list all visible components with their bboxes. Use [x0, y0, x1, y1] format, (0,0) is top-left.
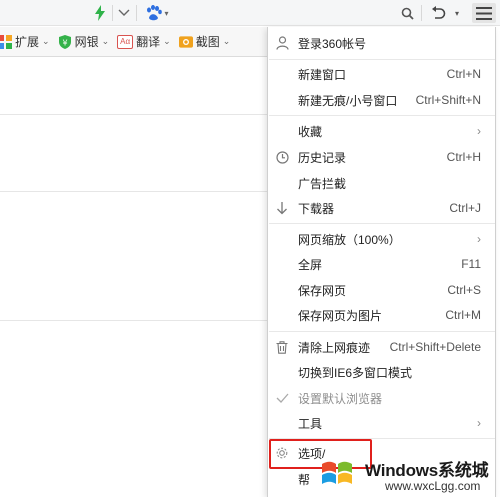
chevron-down-icon: ⌄	[163, 36, 171, 46]
toolbar-bank[interactable]: ¥ 网银 ⌄	[58, 27, 110, 56]
menu-save-page[interactable]: 保存网页 Ctrl+S	[268, 277, 495, 303]
menu-label: 保存网页	[298, 283, 347, 298]
clock-icon	[275, 150, 289, 164]
menu-label: 广告拦截	[298, 176, 347, 191]
menu-divider	[269, 59, 495, 60]
chevron-right-icon: ›	[477, 124, 481, 138]
menu-shortcut: Ctrl+H	[446, 150, 481, 164]
menu-shortcut: Ctrl+S	[447, 283, 481, 297]
menu-label: 收藏	[298, 124, 323, 139]
menu-switch-ie6-mode[interactable]: 切换到IE6多窗口模式	[268, 359, 495, 385]
translate-icon: Aα	[117, 34, 134, 49]
toolbar-label: 翻译	[136, 35, 161, 49]
undo-icon[interactable]	[428, 3, 448, 23]
menu-downloader[interactable]: 下载器 Ctrl+J	[268, 195, 495, 221]
trash-icon	[275, 340, 289, 354]
search-icon[interactable]	[398, 3, 416, 23]
menu-label: 历史记录	[298, 150, 347, 165]
watermark-url: www.wxcLgg.com	[385, 479, 481, 493]
menu-shortcut: Ctrl+Shift+N	[415, 93, 481, 107]
watermark-title: Windows系统城	[365, 461, 489, 480]
bank-shield-icon: ¥	[58, 34, 72, 49]
main-menu: 登录360帐号 新建窗口 Ctrl+N 新建无痕/小号窗口 Ctrl+Shift…	[267, 27, 496, 497]
menu-fullscreen[interactable]: 全屏 F11	[268, 251, 495, 277]
extensions-icon	[0, 34, 12, 49]
chevron-down-icon[interactable]	[116, 3, 132, 23]
menu-shortcut: Ctrl+J	[449, 201, 481, 215]
toolbar-extensions[interactable]: 扩展 ⌄	[0, 27, 50, 56]
menu-clear-browsing-data[interactable]: 清除上网痕迹 Ctrl+Shift+Delete	[268, 334, 495, 360]
menu-label: 清除上网痕迹	[298, 340, 371, 355]
windows-logo-icon	[319, 456, 355, 492]
toolbar-label: 网银	[74, 35, 99, 49]
extension-toolbar: 扩展 ⌄ ¥ 网银 ⌄ Aα 翻译 ⌄ 截图 ⌄	[0, 27, 268, 57]
menu-label: 新建无痕/小号窗口	[298, 93, 398, 108]
toolbar-label: 截图	[195, 35, 220, 49]
title-bar: ▾ ▾	[0, 0, 500, 26]
menu-login-account[interactable]: 登录360帐号	[268, 30, 495, 56]
checkmark-icon	[275, 391, 289, 405]
user-icon	[275, 36, 289, 50]
menu-label: 登录360帐号	[298, 36, 367, 51]
menu-tools[interactable]: 工具 ›	[268, 410, 495, 436]
menu-label: 切换到IE6多窗口模式	[298, 365, 413, 380]
svg-text:¥: ¥	[62, 38, 67, 47]
menu-ad-block[interactable]: 广告拦截	[268, 170, 495, 196]
baidu-paw-icon[interactable]: ▾	[144, 3, 170, 23]
menu-save-page-as-image[interactable]: 保存网页为图片 Ctrl+M	[268, 302, 495, 328]
menu-page-zoom[interactable]: 网页缩放（100%） ›	[268, 226, 495, 252]
menu-history[interactable]: 历史记录 Ctrl+H	[268, 144, 495, 170]
screenshot-icon	[178, 35, 193, 49]
menu-label: 保存网页为图片	[298, 308, 383, 323]
menu-label: 工具	[298, 416, 323, 431]
chevron-right-icon: ›	[477, 232, 481, 246]
menu-label: 帮	[298, 472, 311, 487]
menu-shortcut: Ctrl+N	[446, 67, 481, 81]
menu-new-window[interactable]: 新建窗口 Ctrl+N	[268, 61, 495, 87]
menu-label: 全屏	[298, 257, 323, 272]
content-divider	[0, 320, 268, 321]
menu-divider	[269, 331, 495, 332]
menu-favorites[interactable]: 收藏 ›	[268, 118, 495, 144]
download-arrow-icon	[275, 201, 289, 215]
menu-shortcut: Ctrl+Shift+Delete	[389, 340, 481, 354]
watermark: Windows系统城 www.wxcLgg.com	[317, 452, 500, 497]
menu-divider	[269, 115, 495, 116]
chevron-down-icon: ⌄	[42, 36, 50, 46]
menu-new-incognito-window[interactable]: 新建无痕/小号窗口 Ctrl+Shift+N	[268, 87, 495, 113]
menu-label: 下载器	[298, 201, 335, 216]
toolbar-screenshot[interactable]: 截图 ⌄	[178, 27, 231, 56]
menu-shortcut: F11	[461, 257, 481, 271]
chevron-down-icon: ⌄	[101, 36, 110, 46]
toolbar-translate[interactable]: Aα 翻译 ⌄	[117, 27, 171, 56]
menu-label: 新建窗口	[298, 67, 347, 82]
menu-icon[interactable]	[472, 3, 496, 23]
chevron-down-icon[interactable]: ▾	[451, 3, 463, 23]
menu-shortcut: Ctrl+M	[445, 308, 481, 322]
lightning-icon[interactable]	[92, 3, 108, 23]
toolbar-label: 扩展	[15, 35, 40, 49]
content-divider	[0, 191, 268, 192]
content-divider	[0, 114, 268, 115]
menu-label: 网页缩放（100%）	[298, 232, 401, 247]
menu-label: 设置默认浏览器	[298, 391, 383, 406]
chevron-down-icon: ⌄	[222, 36, 231, 46]
menu-set-default-browser[interactable]: 设置默认浏览器	[268, 385, 495, 411]
menu-divider	[269, 223, 495, 224]
chevron-right-icon: ›	[477, 416, 481, 430]
